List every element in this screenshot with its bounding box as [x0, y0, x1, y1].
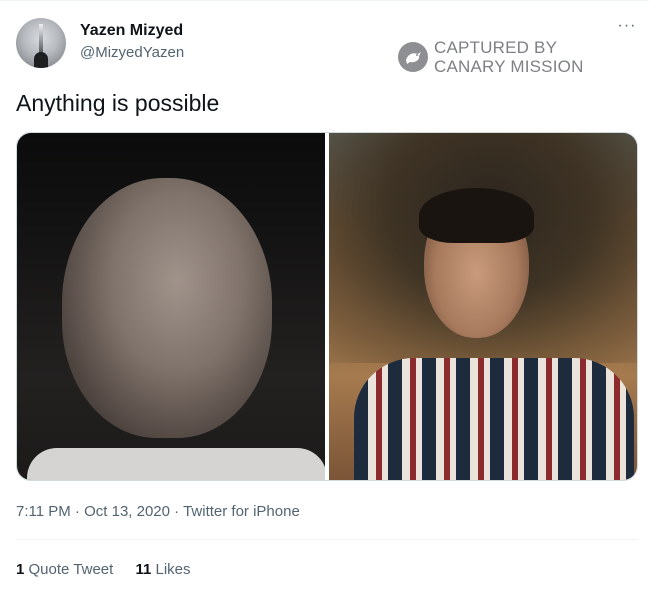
tweet-date[interactable]: Oct 13, 2020: [84, 503, 170, 520]
watermark-line2: CANARY MISSION: [434, 57, 584, 76]
avatar-figure: [34, 52, 48, 68]
quote-count: 1: [16, 561, 25, 578]
watermark: CAPTURED BY CANARY MISSION: [398, 38, 598, 80]
photo-1-shirt: [27, 448, 325, 480]
quote-label: Quote Tweet: [28, 561, 114, 578]
likes-count: 11: [135, 561, 152, 578]
tweet-card: Yazen Mizyed @MizyedYazen ··· CAPTURED B…: [0, 0, 649, 595]
photo-1-face: [62, 178, 272, 438]
likes-label: Likes: [155, 561, 191, 578]
watermark-line1: CAPTURED BY: [434, 38, 558, 57]
photo-2-shirt: [354, 358, 634, 480]
tweet-meta: 7:11 PM · Oct 13, 2020 · Twitter for iPh…: [16, 503, 300, 520]
photo-2-hair: [419, 188, 534, 243]
meta-separator: ·: [70, 503, 85, 520]
quote-tweets-stat[interactable]: 1 Quote Tweet: [16, 561, 113, 578]
author-display-name[interactable]: Yazen Mizyed: [80, 22, 183, 40]
likes-stat[interactable]: 11 Likes: [135, 561, 190, 578]
author-handle[interactable]: @MizyedYazen: [80, 44, 184, 61]
tweet-source[interactable]: Twitter for iPhone: [183, 503, 300, 520]
media-grid: [16, 132, 638, 481]
media-photo-2[interactable]: [329, 133, 637, 480]
watermark-text: CAPTURED BY CANARY MISSION: [434, 38, 584, 76]
tweet-stats: 1 Quote Tweet 11 Likes: [16, 561, 209, 578]
media-photo-1[interactable]: [17, 133, 325, 480]
tweet-text: Anything is possible: [16, 90, 220, 116]
meta-separator: ·: [170, 503, 184, 520]
canary-bird-icon: [398, 42, 428, 72]
tweet-time[interactable]: 7:11 PM: [16, 503, 71, 520]
divider: [16, 539, 638, 540]
more-options-icon[interactable]: ···: [616, 17, 638, 35]
author-avatar[interactable]: [16, 18, 66, 68]
